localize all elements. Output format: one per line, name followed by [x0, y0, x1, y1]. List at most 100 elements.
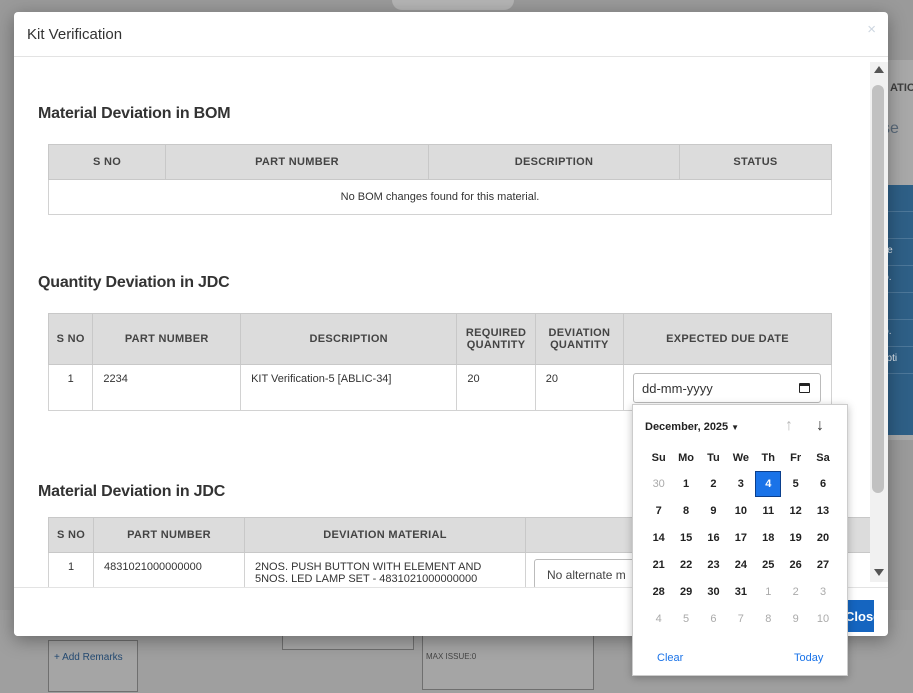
qty-section-title: Quantity Deviation in JDC: [38, 274, 230, 291]
calendar-day[interactable]: 30: [700, 579, 727, 606]
arrow-down-icon[interactable]: ↓: [816, 417, 824, 435]
month-year-label: December, 2025: [645, 421, 729, 433]
calendar-day[interactable]: 9: [700, 498, 727, 525]
date-picker-popup[interactable]: December, 2025 ▼ ↑ ↓ Su Mo Tu We Th Fr Sa…: [632, 404, 848, 676]
calendar-day-outside-month[interactable]: 4: [645, 606, 672, 633]
weekday-label: Sa: [816, 452, 830, 464]
table-header-row: S NO PART NUMBER DESCRIPTION REQUIRED QU…: [47, 313, 832, 365]
scrollbar-thumb[interactable]: [872, 85, 884, 493]
column-header: REQUIRED QUANTITY: [456, 313, 536, 365]
column-header: DESCRIPTION: [240, 313, 458, 365]
month-year-selector[interactable]: December, 2025 ▼: [645, 421, 739, 433]
column-header: DESCRIPTION: [428, 144, 680, 180]
weekday-label: We: [732, 452, 750, 464]
calendar-week-row: 4 5 6 7 8 9 10: [645, 606, 837, 633]
scroll-down-icon[interactable]: [874, 569, 884, 576]
calendar-day-outside-month[interactable]: 8: [755, 606, 782, 633]
arrow-up-icon[interactable]: ↑: [785, 417, 793, 435]
column-header: STATUS: [679, 144, 832, 180]
calendar-day[interactable]: 27: [809, 552, 836, 579]
today-button[interactable]: Today: [794, 652, 823, 664]
column-header: S NO: [47, 313, 94, 365]
calendar-day-outside-month[interactable]: 30: [645, 471, 672, 498]
column-header: DEVIATION MATERIAL: [244, 517, 526, 553]
calendar-day[interactable]: 19: [782, 525, 809, 552]
column-header: S NO: [48, 144, 166, 180]
calendar-day[interactable]: 6: [809, 471, 836, 498]
modal-title: Kit Verification: [27, 25, 123, 43]
calendar-day-outside-month[interactable]: 3: [809, 579, 836, 606]
calendar-grid: Su Mo Tu We Th Fr Sa 30 1 2 3 4 5 6 7 8 9 10 11 12 13…: [645, 451, 837, 633]
calendar-icon[interactable]: [799, 382, 810, 393]
calendar-day[interactable]: 2: [700, 471, 727, 498]
calendar-day[interactable]: 7: [645, 498, 672, 525]
calendar-week-row: 7 8 9 10 11 12 13: [645, 498, 837, 525]
calendar-day[interactable]: 24: [727, 552, 754, 579]
column-header: S NO: [48, 517, 94, 553]
calendar-day-outside-month[interactable]: 2: [782, 579, 809, 606]
calendar-day[interactable]: 17: [727, 525, 754, 552]
calendar-day-outside-month[interactable]: 7: [727, 606, 754, 633]
jdc-section-title: Material Deviation in JDC: [38, 483, 226, 500]
calendar-week-row: 14 15 16 17 18 19 20: [645, 525, 837, 552]
weekday-label: Th: [761, 452, 775, 464]
calendar-day[interactable]: 15: [672, 525, 699, 552]
modal-header: Kit Verification ×: [14, 12, 888, 57]
bom-section-title: Material Deviation in BOM: [38, 105, 231, 122]
calendar-day[interactable]: 11: [755, 498, 782, 525]
background-cell: [48, 640, 138, 692]
calendar-day[interactable]: 23: [700, 552, 727, 579]
table-header-row: S NO PART NUMBER DESCRIPTION STATUS: [48, 144, 832, 180]
calendar-day-outside-month[interactable]: 1: [755, 579, 782, 606]
close-icon[interactable]: ×: [867, 21, 876, 38]
calendar-day-outside-month[interactable]: 9: [782, 606, 809, 633]
calendar-day[interactable]: 25: [755, 552, 782, 579]
calendar-day[interactable]: 16: [700, 525, 727, 552]
quantity-deviation-table: S NO PART NUMBER DESCRIPTION REQUIRED QU…: [47, 313, 832, 411]
calendar-day[interactable]: 29: [672, 579, 699, 606]
row-deviation-material: 2NOS. PUSH BUTTON WITH ELEMENT AND 5NOS.…: [244, 552, 526, 587]
expected-due-date-input[interactable]: dd-mm-yyyy: [633, 372, 821, 403]
calendar-day[interactable]: 1: [672, 471, 699, 498]
calendar-day[interactable]: 22: [672, 552, 699, 579]
background-right-label: ATIO: [890, 82, 913, 94]
weekday-label: Fr: [790, 452, 802, 464]
calendar-day[interactable]: 3: [727, 471, 754, 498]
calendar-day[interactable]: 31: [727, 579, 754, 606]
calendar-day[interactable]: 21: [645, 552, 672, 579]
row-description: KIT Verification-5 [ABLIC-34]: [240, 364, 458, 411]
calendar-day[interactable]: 28: [645, 579, 672, 606]
calendar-day[interactable]: 5: [782, 471, 809, 498]
calendar-day[interactable]: 20: [809, 525, 836, 552]
calendar-day[interactable]: 14: [645, 525, 672, 552]
modal-scrollbar[interactable]: [870, 62, 888, 582]
max-issue-label: MAX ISSUE:0: [426, 652, 477, 661]
calendar-day-outside-month[interactable]: 6: [700, 606, 727, 633]
bom-deviation-table: S NO PART NUMBER DESCRIPTION STATUS No B…: [48, 144, 832, 215]
calendar-week-row: 30 1 2 3 4 5 6: [645, 471, 837, 498]
calendar-day[interactable]: 13: [809, 498, 836, 525]
date-placeholder: dd-mm-yyyy: [642, 380, 713, 396]
table-row: No BOM changes found for this material.: [48, 179, 832, 215]
column-header: PART NUMBER: [92, 313, 242, 365]
background-top-tab: [392, 0, 514, 10]
row-deviation-quantity: 20: [534, 364, 625, 411]
column-header: PART NUMBER: [93, 517, 245, 553]
row-part-number: 4831021000000000: [93, 552, 245, 587]
scroll-up-icon[interactable]: [874, 66, 884, 73]
calendar-day[interactable]: 26: [782, 552, 809, 579]
calendar-day[interactable]: 8: [672, 498, 699, 525]
weekday-label: Tu: [707, 452, 720, 464]
empty-message: No BOM changes found for this material.: [48, 179, 832, 215]
calendar-day[interactable]: 12: [782, 498, 809, 525]
calendar-day-outside-month[interactable]: 10: [809, 606, 836, 633]
calendar-week-row: 21 22 23 24 25 26 27: [645, 552, 837, 579]
calendar-day[interactable]: 4: [755, 471, 782, 497]
calendar-day[interactable]: 18: [755, 525, 782, 552]
calendar-day-outside-month[interactable]: 5: [672, 606, 699, 633]
column-header: DEVIATION QUANTITY: [534, 313, 625, 365]
weekday-label: Su: [651, 452, 666, 464]
calendar-day[interactable]: 10: [727, 498, 754, 525]
clear-button[interactable]: Clear: [657, 652, 683, 664]
row-part-number: 2234: [92, 364, 242, 411]
